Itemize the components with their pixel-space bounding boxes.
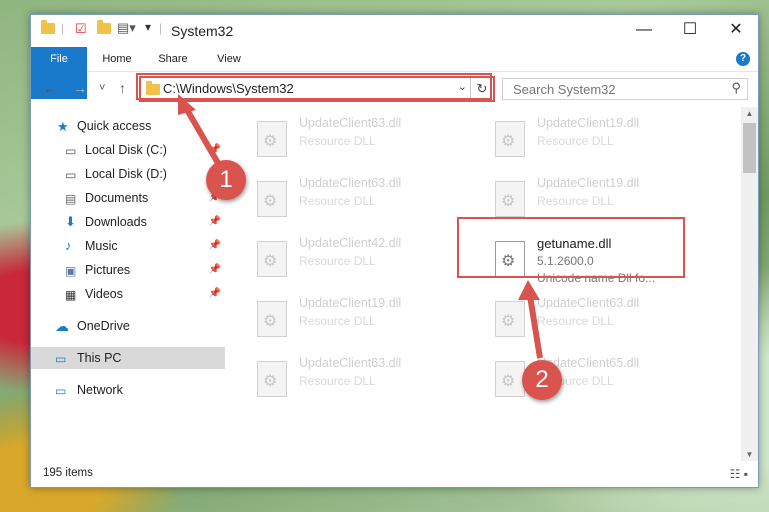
- arrow-1-head: [178, 94, 196, 115]
- arrow-2-head: [518, 280, 540, 300]
- step-badge-1: 1: [206, 160, 246, 200]
- annotation-arrows: [136, 73, 543, 359]
- highlight-box-address: [136, 73, 492, 100]
- step-badge-2: 2: [522, 360, 562, 400]
- arrow-2-line: [527, 295, 543, 359]
- arrow-1-line: [183, 106, 225, 172]
